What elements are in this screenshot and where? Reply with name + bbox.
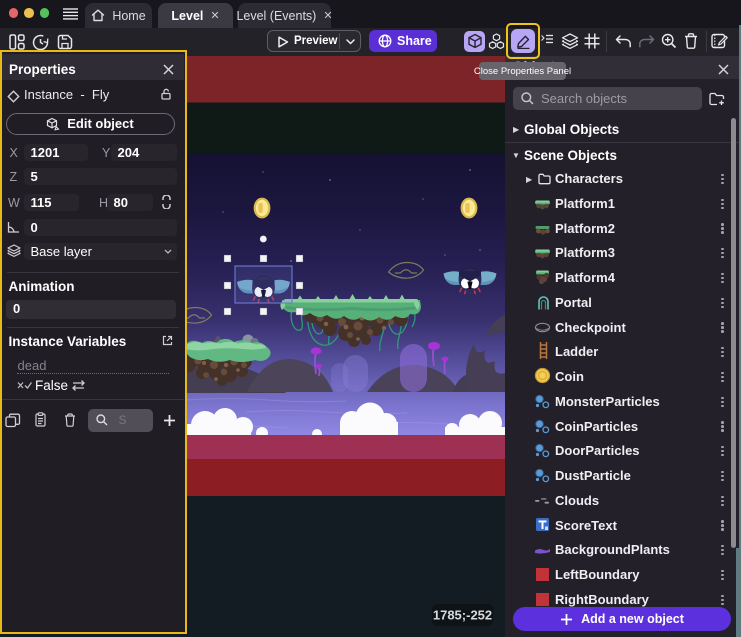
svg-text:1785;-252: 1785;-252 <box>433 608 492 623</box>
